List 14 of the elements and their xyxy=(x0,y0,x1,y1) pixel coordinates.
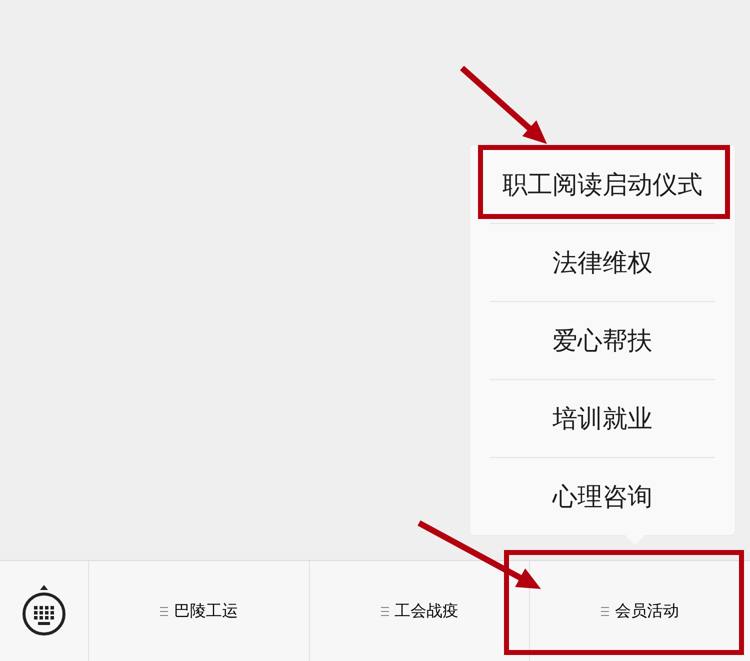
menu-item-label: 法律维权 xyxy=(552,246,652,278)
keyboard-icon[interactable] xyxy=(21,585,67,637)
menu-item[interactable]: 职工阅读启动仪式 xyxy=(470,145,735,223)
menu-tab[interactable]: 巴陵工运 xyxy=(89,561,310,661)
menu-item-label: 爱心帮扶 xyxy=(552,324,652,356)
menu-item[interactable]: 法律维权 xyxy=(470,223,735,301)
menu-item-label: 职工阅读启动仪式 xyxy=(502,168,702,200)
menu-item[interactable]: 爱心帮扶 xyxy=(470,301,735,379)
menu-tab[interactable]: 工会战疫 xyxy=(310,561,530,661)
menu-item[interactable]: 心理咨询 xyxy=(470,457,735,535)
menu-item[interactable]: 培训就业 xyxy=(470,379,735,457)
menu-item-label: 心理咨询 xyxy=(552,480,652,512)
menu-item-label: 培训就业 xyxy=(552,402,652,434)
menu-tab[interactable]: 会员活动 xyxy=(530,561,750,661)
